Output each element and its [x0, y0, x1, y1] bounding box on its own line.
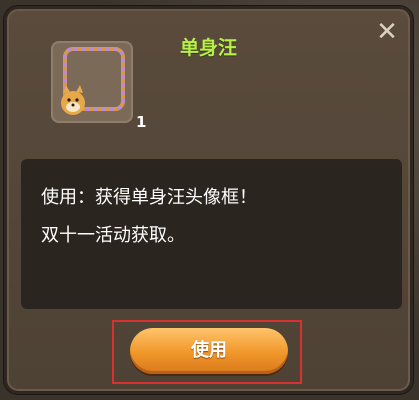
- item-slot: [51, 41, 133, 123]
- close-icon[interactable]: ✕: [374, 19, 400, 45]
- description-panel: 使用：获得单身汪头像框！ 双十一活动获取。: [21, 159, 402, 309]
- doge-avatar-frame-icon: [61, 47, 125, 115]
- description-line: 双十一活动获取。: [41, 225, 185, 246]
- description-line: 使用：获得单身汪头像框！: [41, 187, 257, 208]
- item-count: 1: [136, 113, 147, 131]
- use-button[interactable]: 使用: [130, 328, 288, 374]
